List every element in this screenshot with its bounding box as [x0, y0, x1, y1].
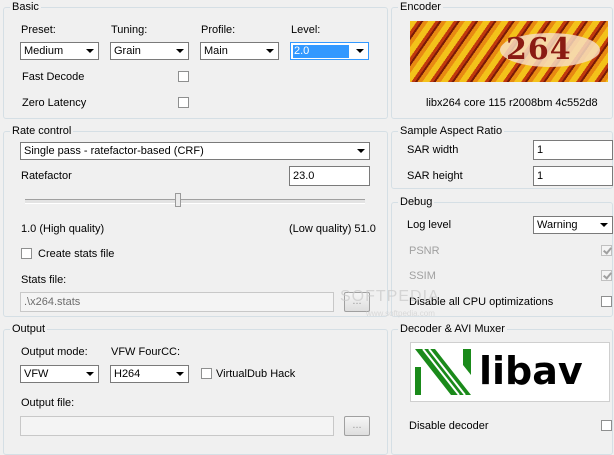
ratefactor-slider-thumb[interactable]: [175, 193, 181, 207]
vfw-fourcc-dropdown[interactable]: H264: [110, 365, 189, 383]
sar-width-input[interactable]: 1: [533, 140, 613, 160]
sar-height-value: 1: [537, 170, 544, 182]
decoder-group-title: Decoder & AVI Muxer: [398, 323, 507, 336]
chevron-down-icon[interactable]: [352, 43, 368, 59]
output-group-title: Output: [10, 323, 48, 336]
high-quality-label: 1.0 (High quality): [21, 223, 105, 235]
zero-latency-checkbox[interactable]: [178, 97, 189, 108]
profile-value: Main: [204, 45, 228, 57]
create-stats-checkbox[interactable]: [21, 248, 32, 259]
preset-dropdown[interactable]: Medium: [20, 42, 99, 60]
debug-group-title: Debug: [398, 196, 435, 209]
log-level-label: Log level: [407, 219, 452, 231]
rate-control-mode-dropdown[interactable]: Single pass - ratefactor-based (CRF): [20, 142, 370, 160]
sar-width-label: SAR width: [407, 144, 459, 156]
level-label: Level:: [291, 24, 321, 36]
basic-group-title: Basic: [10, 1, 41, 14]
log-level-value: Warning: [537, 219, 578, 231]
output-mode-label: Output mode:: [21, 346, 88, 358]
vfw-fourcc-label: VFW FourCC:: [111, 346, 181, 358]
disable-decoder-checkbox[interactable]: [601, 420, 612, 431]
rate-control-mode-value: Single pass - ratefactor-based (CRF): [24, 145, 204, 157]
low-quality-label: (Low quality) 51.0: [289, 223, 376, 235]
output-mode-value: VFW: [24, 368, 49, 380]
psnr-label: PSNR: [409, 245, 440, 257]
output-mode-dropdown[interactable]: VFW: [20, 365, 99, 383]
psnr-checkbox[interactable]: [601, 245, 612, 256]
profile-label: Profile:: [201, 24, 236, 36]
chevron-down-icon[interactable]: [596, 217, 612, 233]
level-value: 2.0: [293, 45, 349, 58]
tuning-label: Tuning:: [111, 24, 148, 36]
sar-height-input[interactable]: 1: [533, 166, 613, 186]
sar-group-title: Sample Aspect Ratio: [398, 125, 505, 138]
tuning-value: Grain: [114, 45, 141, 57]
libav-emblem-icon: [415, 348, 471, 396]
sar-height-label: SAR height: [407, 170, 463, 182]
disable-cpu-checkbox[interactable]: [601, 296, 612, 307]
ratefactor-slider-track[interactable]: [25, 199, 365, 204]
chevron-down-icon[interactable]: [82, 366, 98, 382]
encoder-group-title: Encoder: [398, 1, 443, 14]
ratefactor-input[interactable]: 23.0: [289, 166, 370, 186]
virtualdub-hack-checkbox[interactable]: [201, 368, 212, 379]
stats-file-label: Stats file:: [21, 274, 67, 286]
preset-value: Medium: [24, 45, 64, 57]
tuning-dropdown[interactable]: Grain: [110, 42, 189, 60]
softpedia-watermark: SOFTPEDIA: [340, 288, 440, 305]
ssim-checkbox[interactable]: [601, 270, 612, 281]
libav-logo: libav: [410, 342, 610, 402]
chevron-down-icon[interactable]: [172, 366, 188, 382]
output-file-input[interactable]: [20, 416, 334, 436]
ratefactor-label: Ratefactor: [21, 170, 72, 182]
fast-decode-checkbox[interactable]: [178, 71, 189, 82]
stats-file-value: .\x264.stats: [24, 296, 81, 308]
fast-decode-label: Fast Decode: [22, 71, 85, 83]
encoder-version: libx264 core 115 r2008bm 4c552d8: [426, 97, 598, 109]
output-file-label: Output file:: [21, 397, 75, 409]
chevron-down-icon[interactable]: [353, 143, 369, 159]
stats-file-input[interactable]: .\x264.stats: [20, 292, 334, 312]
ratefactor-value: 23.0: [293, 170, 315, 182]
zero-latency-label: Zero Latency: [22, 97, 87, 109]
softpedia-watermark-url: www.softpedia.com: [366, 309, 435, 318]
create-stats-label: Create stats file: [38, 248, 115, 260]
x264-logo: 264: [410, 21, 608, 82]
disable-decoder-label: Disable decoder: [409, 420, 489, 432]
output-file-browse-button[interactable]: ...: [344, 416, 370, 436]
chevron-down-icon[interactable]: [262, 43, 278, 59]
ssim-label: SSIM: [409, 270, 436, 282]
sar-width-value: 1: [537, 144, 544, 156]
level-dropdown[interactable]: 2.0: [290, 42, 369, 60]
vfw-fourcc-value: H264: [114, 368, 141, 380]
log-level-dropdown[interactable]: Warning: [533, 216, 613, 234]
rate-control-group-title: Rate control: [10, 125, 74, 138]
profile-dropdown[interactable]: Main: [200, 42, 279, 60]
libav-logo-text: libav: [479, 349, 583, 393]
x264-logo-text: 264: [506, 32, 572, 67]
chevron-down-icon[interactable]: [172, 43, 188, 59]
chevron-down-icon[interactable]: [82, 43, 98, 59]
virtualdub-hack-label: VirtualDub Hack: [216, 368, 296, 380]
preset-label: Preset:: [21, 24, 56, 36]
